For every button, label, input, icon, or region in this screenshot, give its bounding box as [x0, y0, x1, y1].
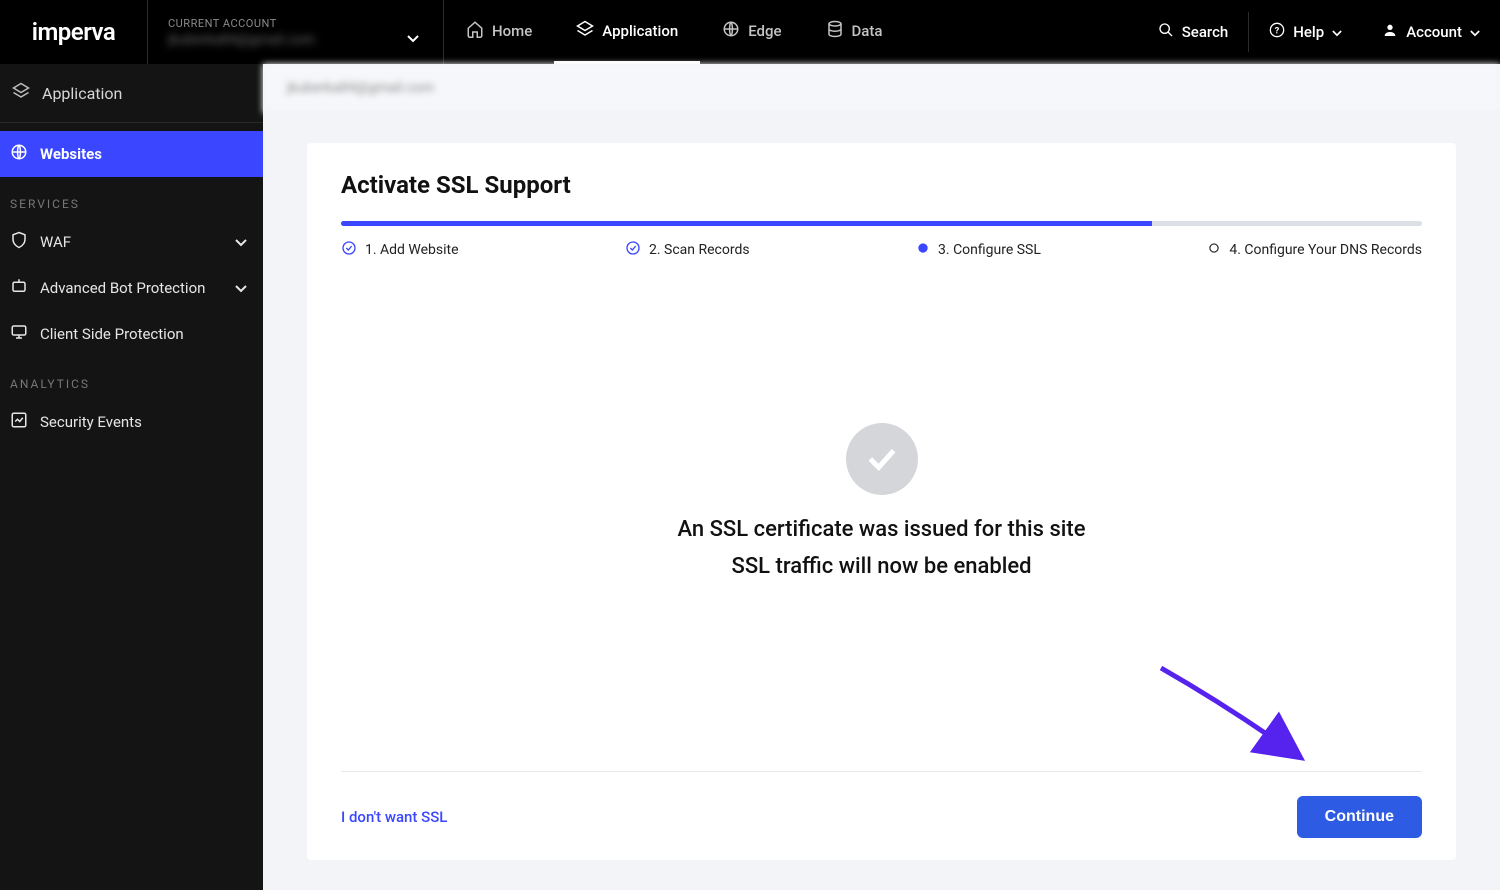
search-button[interactable]: Search [1138, 0, 1249, 64]
sidebar-item-label: Security Events [40, 413, 142, 431]
tab-edge-label: Edge [748, 22, 781, 40]
continue-button[interactable]: Continue [1297, 796, 1422, 838]
database-icon [826, 20, 844, 42]
main-tabs: Home Application Edge Data [444, 0, 1138, 64]
help-label: Help [1293, 23, 1324, 41]
globe-icon [722, 20, 740, 42]
progress-fill [341, 221, 1152, 226]
sidebar-item-websites[interactable]: Websites [0, 131, 263, 177]
page-title: Activate SSL Support [341, 171, 1422, 199]
chart-icon [10, 411, 28, 433]
sidebar-header[interactable]: Application [0, 64, 263, 123]
tab-home-label: Home [492, 22, 532, 40]
account-selector[interactable]: CURRENT ACCOUNT jkuberka84@gmail.com [148, 0, 444, 64]
monitor-icon [10, 323, 28, 345]
search-label: Search [1182, 23, 1229, 41]
account-menu[interactable]: Account [1362, 0, 1500, 64]
sidebar-item-waf[interactable]: WAF [0, 219, 263, 265]
help-menu[interactable]: ? Help [1249, 0, 1362, 64]
tab-application-label: Application [602, 22, 678, 40]
layers-icon [576, 20, 594, 42]
account-selector-label: CURRENT ACCOUNT [168, 17, 423, 30]
sidebar-item-label: Websites [40, 145, 102, 163]
bot-icon [10, 277, 28, 299]
success-check-icon [846, 423, 918, 495]
tab-edge[interactable]: Edge [700, 0, 803, 64]
chevron-down-icon [235, 279, 247, 297]
progress-bar [341, 221, 1422, 226]
tab-data[interactable]: Data [804, 0, 905, 64]
panel-footer: I don't want SSL Continue [341, 771, 1422, 838]
brand-logo: imperva [0, 0, 148, 64]
home-icon [466, 20, 484, 42]
skip-ssl-link[interactable]: I don't want SSL [341, 808, 447, 826]
top-navbar: imperva CURRENT ACCOUNT jkuberka84@gmail… [0, 0, 1500, 64]
sidebar-item-label: Advanced Bot Protection [40, 279, 205, 297]
chevron-down-icon [235, 233, 247, 251]
right-tools: Search ? Help Account [1138, 0, 1500, 64]
tab-data-label: Data [852, 22, 883, 40]
search-icon [1158, 22, 1174, 42]
caret-down-icon [407, 28, 419, 47]
status-line-2: SSL traffic will now be enabled [732, 554, 1032, 579]
content: jkuberka84@gmail.com Activate SSL Suppor… [263, 64, 1500, 890]
brand-text: imperva [32, 18, 116, 46]
sidebar-item-label: WAF [40, 233, 71, 251]
status-message: An SSL certificate was issued for this s… [341, 230, 1422, 771]
user-icon [1382, 22, 1398, 42]
sidebar-item-security-events[interactable]: Security Events [0, 399, 263, 445]
account-selector-email: jkuberka84@gmail.com [168, 32, 423, 48]
sidebar-item-bot-protection[interactable]: Advanced Bot Protection [0, 265, 263, 311]
shield-icon [10, 231, 28, 253]
sidebar-item-label: Client Side Protection [40, 325, 184, 343]
help-icon: ? [1269, 22, 1285, 42]
status-line-1: An SSL certificate was issued for this s… [678, 517, 1086, 542]
sidebar-section-analytics: ANALYTICS [0, 357, 263, 399]
tab-application[interactable]: Application [554, 0, 700, 64]
sidebar: Application Websites SERVICES WAF Advanc… [0, 64, 263, 890]
main-panel: Activate SSL Support 1. Add Website [307, 143, 1456, 860]
breadcrumb: jkuberka84@gmail.com [263, 64, 1500, 113]
tab-home[interactable]: Home [444, 0, 554, 64]
account-label: Account [1406, 23, 1462, 41]
caret-down-icon [1332, 23, 1342, 41]
svg-text:?: ? [1275, 25, 1280, 36]
globe-icon [10, 143, 28, 165]
sidebar-item-client-side[interactable]: Client Side Protection [0, 311, 263, 357]
caret-down-icon [1470, 23, 1480, 41]
sidebar-section-services: SERVICES [0, 177, 263, 219]
layers-icon [12, 82, 30, 104]
sidebar-header-label: Application [42, 84, 122, 103]
